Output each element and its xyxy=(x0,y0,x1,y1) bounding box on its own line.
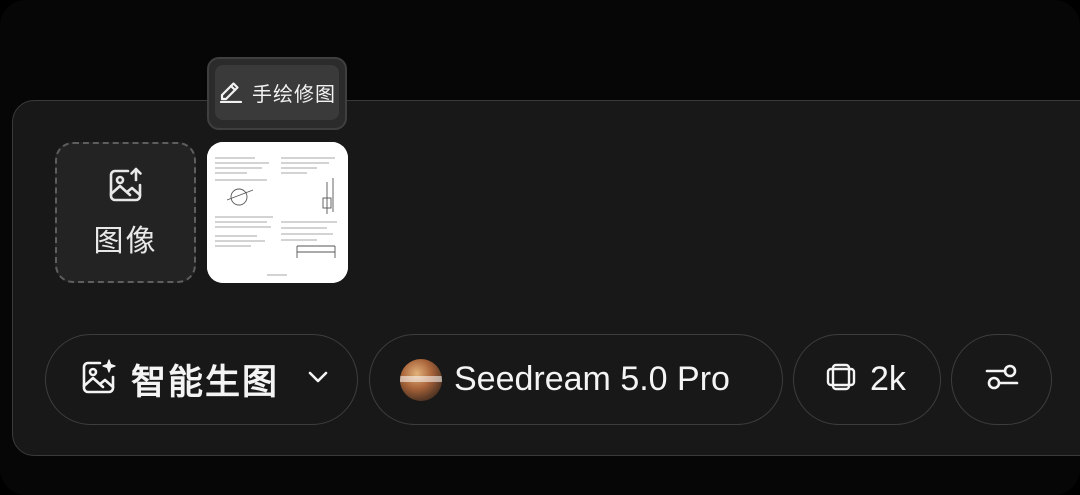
aspect-ratio-icon xyxy=(824,360,858,399)
model-selector[interactable]: Seedream 5.0 Pro xyxy=(369,334,783,425)
sliders-icon xyxy=(983,358,1021,401)
image-upload-icon xyxy=(106,165,146,210)
mode-label: 智能生图 xyxy=(131,363,280,402)
pencil-icon xyxy=(218,77,244,108)
model-avatar xyxy=(400,358,442,401)
settings-button[interactable] xyxy=(951,334,1052,425)
image-sparkle-icon xyxy=(79,357,119,402)
app-frame: 手绘修图 图像 智能生图 Seedream 5.0 Pro 2k xyxy=(0,0,1080,495)
resolution-selector[interactable]: 2k xyxy=(793,334,941,425)
resolution-label: 2k xyxy=(870,360,906,398)
sketch-edit-button[interactable]: 手绘修图 xyxy=(215,65,339,120)
sketch-edit-label: 手绘修图 xyxy=(252,84,336,106)
document-thumbnail xyxy=(207,142,348,283)
sketch-edit-tooltip[interactable]: 手绘修图 xyxy=(207,57,347,130)
image-upload-tile[interactable]: 图像 xyxy=(55,142,196,283)
image-upload-label: 图像 xyxy=(93,225,158,258)
model-label: Seedream 5.0 Pro xyxy=(454,360,730,398)
uploaded-image-thumbnail[interactable] xyxy=(207,142,348,283)
mode-selector[interactable]: 智能生图 xyxy=(45,334,358,425)
chevron-down-icon xyxy=(305,364,331,395)
